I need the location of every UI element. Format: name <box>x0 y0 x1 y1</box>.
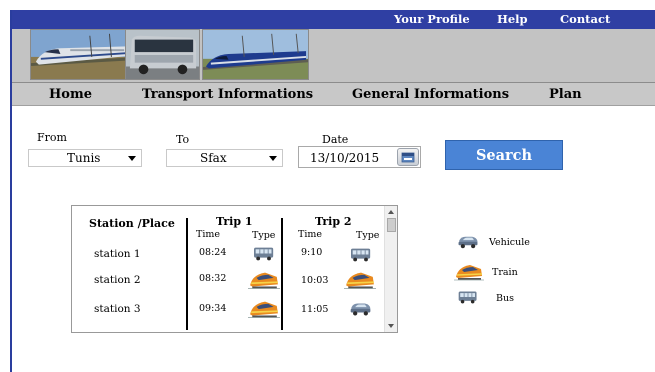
legend-vehicle-label: Vehicule <box>489 237 530 248</box>
date-value: 13/10/2015 <box>310 151 380 165</box>
schedule-table: Station /Place Trip 1 Trip 2 Time Type T… <box>71 205 398 333</box>
legend-train-label: Train <box>492 267 518 278</box>
column-divider-2 <box>281 218 283 330</box>
calendar-icon[interactable] <box>397 148 419 166</box>
intercity-train-photo <box>202 29 309 80</box>
station-place-header: Station /Place <box>89 217 175 230</box>
column-divider-1 <box>186 218 188 330</box>
train-icon <box>248 268 280 290</box>
bus-icon <box>457 290 479 304</box>
nav-home[interactable]: Home <box>49 87 92 102</box>
from-select-value: Tunis <box>67 151 101 165</box>
table-row-3-station: station 3 <box>94 303 141 315</box>
trip1-time-header: Time <box>196 229 221 240</box>
help-link[interactable]: Help <box>497 12 528 26</box>
table-row-1-station: station 1 <box>94 248 141 260</box>
bus-icon <box>349 247 373 262</box>
scrollbar-thumb[interactable] <box>387 218 396 232</box>
to-label: To <box>176 133 190 146</box>
date-input[interactable]: 13/10/2015 <box>298 146 421 168</box>
chevron-down-icon <box>269 156 277 161</box>
table-row-2-station: station 2 <box>94 274 141 286</box>
table-row-3-trip1-time: 09:34 <box>199 303 227 314</box>
scroll-up-arrow-icon[interactable] <box>388 210 394 214</box>
legend-bus-label: Bus <box>496 293 514 304</box>
from-label: From <box>37 131 67 144</box>
vehicle-icon <box>456 233 480 249</box>
scroll-down-arrow-icon[interactable] <box>388 324 394 328</box>
date-label: Date <box>322 133 349 146</box>
nav-plan[interactable]: Plan <box>549 87 582 102</box>
search-button[interactable]: Search <box>445 140 563 170</box>
high-speed-train-photo <box>30 29 133 80</box>
table-scrollbar[interactable] <box>384 206 397 332</box>
table-row-2-trip2-time: 10:03 <box>301 275 329 286</box>
table-row-1-trip1-time: 08:24 <box>199 247 227 258</box>
trip1-type-header: Type <box>252 230 276 241</box>
table-row-1-trip2-time: 9:10 <box>301 247 323 258</box>
contact-link[interactable]: Contact <box>560 12 610 26</box>
trip2-header: Trip 2 <box>315 215 352 228</box>
train-icon <box>248 297 280 319</box>
top-navigation-bar: Your Profile Help Contact <box>12 10 655 29</box>
train-icon <box>344 268 376 290</box>
bus-icon <box>252 246 276 261</box>
trip2-time-header: Time <box>298 229 323 240</box>
train-icon <box>454 261 484 281</box>
to-select-value: Sfax <box>200 151 227 165</box>
your-profile-link[interactable]: Your Profile <box>394 12 470 26</box>
chevron-down-icon <box>128 156 136 161</box>
from-select[interactable]: Tunis <box>28 149 142 167</box>
nav-transport-informations[interactable]: Transport Informations <box>142 87 313 102</box>
trip2-type-header: Type <box>356 230 380 241</box>
to-select[interactable]: Sfax <box>166 149 283 167</box>
table-row-2-trip1-time: 08:32 <box>199 273 227 284</box>
table-row-3-trip2-time: 11:05 <box>301 304 329 315</box>
header-photo-band <box>12 29 655 82</box>
trip1-header: Trip 1 <box>216 215 253 228</box>
nav-general-informations[interactable]: General Informations <box>352 87 509 102</box>
main-navigation-bar: Home Transport Informations General Info… <box>12 82 655 106</box>
coach-bus-photo <box>125 29 200 80</box>
vehicle-icon <box>348 300 373 316</box>
